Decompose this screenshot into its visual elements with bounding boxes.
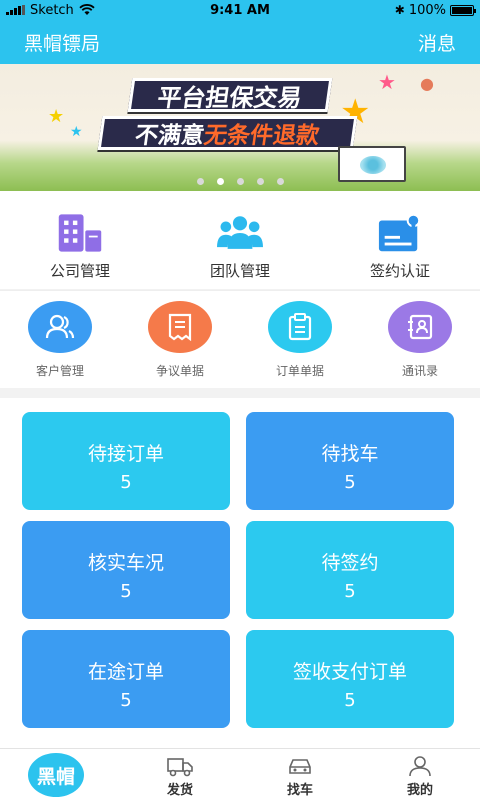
card-title: 待签约: [321, 552, 379, 574]
status-bar: Sketch 9:41 AM ✱ 100%: [0, 0, 480, 20]
star-decoration-icon: ★: [70, 124, 83, 140]
banner-line2-prefix: 不满意: [133, 123, 206, 149]
monitor-illustration: [338, 146, 406, 182]
order-status-grid: 待接订单 5 待找车 5 核实车况 5 待签约 5 在途订单 5 签收支付订单 …: [0, 398, 480, 748]
users-icon: [28, 301, 92, 353]
contract-certification-item[interactable]: 签约认证: [320, 191, 480, 289]
banner-line2: 不满意无条件退款: [97, 116, 358, 150]
app-title: 黑帽镖局: [24, 32, 101, 55]
contract-certification-label: 签约认证: [369, 262, 430, 280]
status-time: 9:41 AM: [210, 2, 270, 18]
signal-icon: [6, 5, 25, 15]
address-book-item[interactable]: 通讯录: [360, 291, 480, 388]
card-title: 待找车: [321, 443, 379, 465]
secondary-menu: 客户管理 争议单据 订单单据 通讯录: [0, 290, 480, 388]
nav-bar: 黑帽镖局 消息: [0, 20, 480, 64]
contract-icon: [377, 212, 423, 254]
card-count: 5: [120, 690, 132, 711]
user-icon: [409, 756, 431, 777]
card-title: 待接订单: [87, 443, 164, 465]
balloon-icon: ●: [420, 74, 434, 93]
primary-menu: 公司管理 团队管理 签约认证: [0, 191, 480, 289]
carrier-label: Sketch: [30, 2, 74, 18]
carousel-dot[interactable]: [256, 178, 264, 185]
banner-line1: 平台担保交易: [127, 78, 333, 112]
company-management-item[interactable]: 公司管理: [0, 191, 160, 289]
card-title: 在途订单: [87, 661, 164, 683]
tab-mine-label: 我的: [406, 783, 433, 798]
customer-management-label: 客户管理: [35, 364, 84, 378]
address-book-label: 通讯录: [401, 364, 438, 378]
receipt-icon: [148, 301, 212, 353]
card-find-car[interactable]: 待找车 5: [246, 412, 454, 510]
clipboard-icon: [268, 301, 332, 353]
banner-line2-highlight: 无条件退款: [202, 123, 321, 149]
company-management-label: 公司管理: [49, 262, 110, 280]
card-count: 5: [344, 581, 356, 602]
card-count: 5: [344, 472, 356, 493]
dispute-documents-label: 争议单据: [155, 364, 204, 378]
banner-headline: 平台担保交易 不满意无条件退款: [97, 78, 370, 150]
card-in-transit[interactable]: 在途订单 5: [22, 630, 230, 728]
messages-button[interactable]: 消息: [418, 29, 456, 56]
building-icon: [57, 212, 103, 254]
order-documents-item[interactable]: 订单单据: [240, 291, 360, 388]
card-verify-car[interactable]: 核实车况 5: [22, 521, 230, 619]
tab-home[interactable]: 黑帽: [0, 749, 120, 800]
promo-banner[interactable]: ★ ★ ★ ★ ● 平台担保交易 不满意无条件退款: [0, 64, 480, 191]
customer-management-item[interactable]: 客户管理: [0, 291, 120, 388]
team-management-label: 团队管理: [209, 262, 270, 280]
tab-find-car-label: 找车: [286, 783, 313, 798]
card-title: 签收支付订单: [292, 661, 407, 683]
star-decoration-icon: ★: [48, 106, 65, 127]
carousel-dot-active[interactable]: [216, 178, 224, 185]
tab-bar: 黑帽 发货 找车 我的: [0, 748, 480, 800]
star-decoration-icon: ★: [378, 70, 396, 94]
card-pending-accept[interactable]: 待接订单 5: [22, 412, 230, 510]
order-documents-label: 订单单据: [275, 364, 324, 378]
home-badge: 黑帽: [28, 753, 84, 797]
card-title: 核实车况: [87, 552, 164, 574]
carousel-dot[interactable]: [236, 178, 244, 185]
battery-percent: 100%: [408, 2, 446, 18]
team-management-item[interactable]: 团队管理: [160, 191, 320, 289]
carousel-dot[interactable]: [196, 178, 204, 185]
battery-icon: [450, 4, 476, 16]
tab-mine[interactable]: 我的: [360, 749, 480, 800]
dispute-documents-item[interactable]: 争议单据: [120, 291, 240, 388]
carousel-dot[interactable]: [276, 178, 284, 185]
car-icon: [289, 759, 311, 774]
card-count: 5: [344, 690, 356, 711]
tab-ship[interactable]: 发货: [120, 749, 240, 800]
tab-find-car[interactable]: 找车: [240, 749, 360, 800]
card-count: 5: [120, 472, 132, 493]
truck-icon: [167, 758, 193, 777]
wifi-icon: [79, 4, 95, 15]
tab-ship-label: 发货: [166, 783, 193, 798]
card-signed-paid[interactable]: 签收支付订单 5: [246, 630, 454, 728]
carousel-indicator: [0, 178, 480, 185]
card-count: 5: [120, 581, 132, 602]
address-book-icon: [388, 301, 452, 353]
card-pending-sign[interactable]: 待签约 5: [246, 521, 454, 619]
bluetooth-icon: ✱: [394, 3, 405, 17]
team-icon: [217, 212, 263, 254]
